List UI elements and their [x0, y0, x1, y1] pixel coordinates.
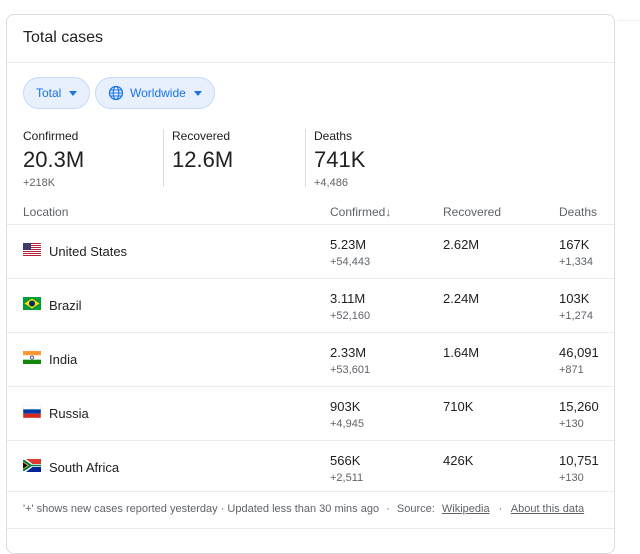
south-africa-flag-icon: [23, 459, 41, 472]
us-flag-icon: [23, 243, 41, 256]
deaths-delta-cell: +871: [559, 364, 584, 376]
confirmed-delta-cell: +52,160: [330, 310, 371, 322]
confirmed-summary: Confirmed 20.3M +218K: [23, 129, 84, 189]
about-data-link[interactable]: About this data: [511, 503, 584, 515]
deaths-delta-cell: +130: [559, 472, 584, 484]
total-filter-label: Total: [36, 86, 62, 100]
russia-flag-icon: [23, 405, 41, 418]
region-filter-label: Worldwide: [130, 86, 186, 100]
header-confirmed[interactable]: Confirmed↓: [330, 205, 391, 219]
deaths-value: 741K: [314, 147, 366, 172]
table-row[interactable]: South Africa 566K +2,511 426K 10,751 +13…: [7, 441, 614, 494]
table-row[interactable]: India 2.33M +53,601 1.64M 46,091 +871: [7, 333, 614, 386]
footer-separator: ·: [498, 503, 503, 515]
confirmed-cell: 3.11M: [330, 291, 366, 306]
recovered-value: 12.6M: [172, 147, 234, 172]
india-flag-icon: [23, 351, 41, 364]
confirmed-cell: 903K: [330, 399, 361, 414]
confirmed-cell: 2.33M: [330, 345, 367, 360]
side-panel-edge: [618, 20, 640, 261]
card-title: Total cases: [23, 29, 104, 46]
table-row[interactable]: Brazil 3.11M +52,160 2.24M 103K +1,274: [7, 279, 614, 332]
deaths-delta-cell: +1,334: [559, 256, 593, 268]
recovered-cell: 710K: [443, 399, 474, 414]
deaths-cell: 46,091: [559, 345, 599, 360]
footer-separator: ·: [386, 503, 390, 515]
confirmed-delta-cell: +2,511: [330, 472, 364, 484]
deaths-cell: 103K: [559, 291, 590, 306]
confirmed-delta-cell: +53,601: [330, 364, 371, 376]
deaths-cell: 15,260: [559, 399, 599, 414]
recovered-summary: Recovered 12.6M: [172, 129, 233, 173]
summary-divider: [163, 129, 164, 187]
country-name: India: [49, 352, 78, 367]
recovered-cell: 2.62M: [443, 237, 480, 252]
recovered-cell: 1.64M: [443, 345, 480, 360]
table-row[interactable]: United States 5.23M +54,443 2.62M 167K +…: [7, 225, 614, 278]
header-location[interactable]: Location: [23, 205, 68, 219]
deaths-label: Deaths: [314, 129, 353, 143]
region-filter-chip[interactable]: Worldwide: [95, 77, 215, 109]
globe-icon: [108, 85, 124, 101]
title-divider: [7, 62, 614, 63]
recovered-cell: 426K: [443, 453, 474, 468]
recovered-label: Recovered: [172, 129, 231, 143]
footer-divider: [7, 528, 614, 529]
confirmed-delta: +218K: [23, 177, 56, 189]
confirmed-value: 20.3M: [23, 147, 85, 172]
deaths-delta-cell: +1,274: [559, 310, 593, 322]
confirmed-delta-cell: +4,945: [330, 418, 364, 430]
header-recovered[interactable]: Recovered: [443, 205, 501, 219]
row-divider: [7, 491, 614, 492]
total-filter-chip[interactable]: Total: [23, 77, 91, 109]
recovered-cell: 2.24M: [443, 291, 480, 306]
confirmed-cell: 566K: [330, 453, 361, 468]
country-name: South Africa: [49, 460, 120, 475]
brazil-flag-icon: [23, 297, 41, 310]
country-name: Brazil: [49, 298, 82, 313]
country-name: United States: [49, 244, 128, 259]
footer-note: '+' shows new cases reported yesterday ·…: [23, 503, 380, 515]
chevron-down-icon: [69, 90, 78, 96]
table-row[interactable]: Russia 903K +4,945 710K 15,260 +130: [7, 387, 614, 440]
country-name: Russia: [49, 406, 89, 421]
table-footer: '+' shows new cases reported yesterday ·…: [23, 503, 584, 515]
source-label: Source:: [396, 503, 435, 515]
confirmed-cell: 5.23M: [330, 237, 367, 252]
deaths-cell: 167K: [559, 237, 590, 252]
confirmed-label: Confirmed: [23, 129, 79, 143]
confirmed-delta-cell: +54,443: [330, 256, 371, 268]
header-deaths[interactable]: Deaths: [559, 205, 597, 219]
deaths-summary: Deaths 741K +4,486: [314, 129, 365, 189]
total-cases-card: Total cases Total Worldwide Confirmed 20…: [6, 14, 615, 554]
deaths-delta: +4,486: [314, 177, 348, 189]
deaths-delta-cell: +130: [559, 418, 584, 430]
chevron-down-icon: [193, 90, 202, 96]
deaths-cell: 10,751: [559, 453, 599, 468]
summary-divider: [305, 129, 306, 187]
wikipedia-link[interactable]: Wikipedia: [442, 503, 490, 515]
